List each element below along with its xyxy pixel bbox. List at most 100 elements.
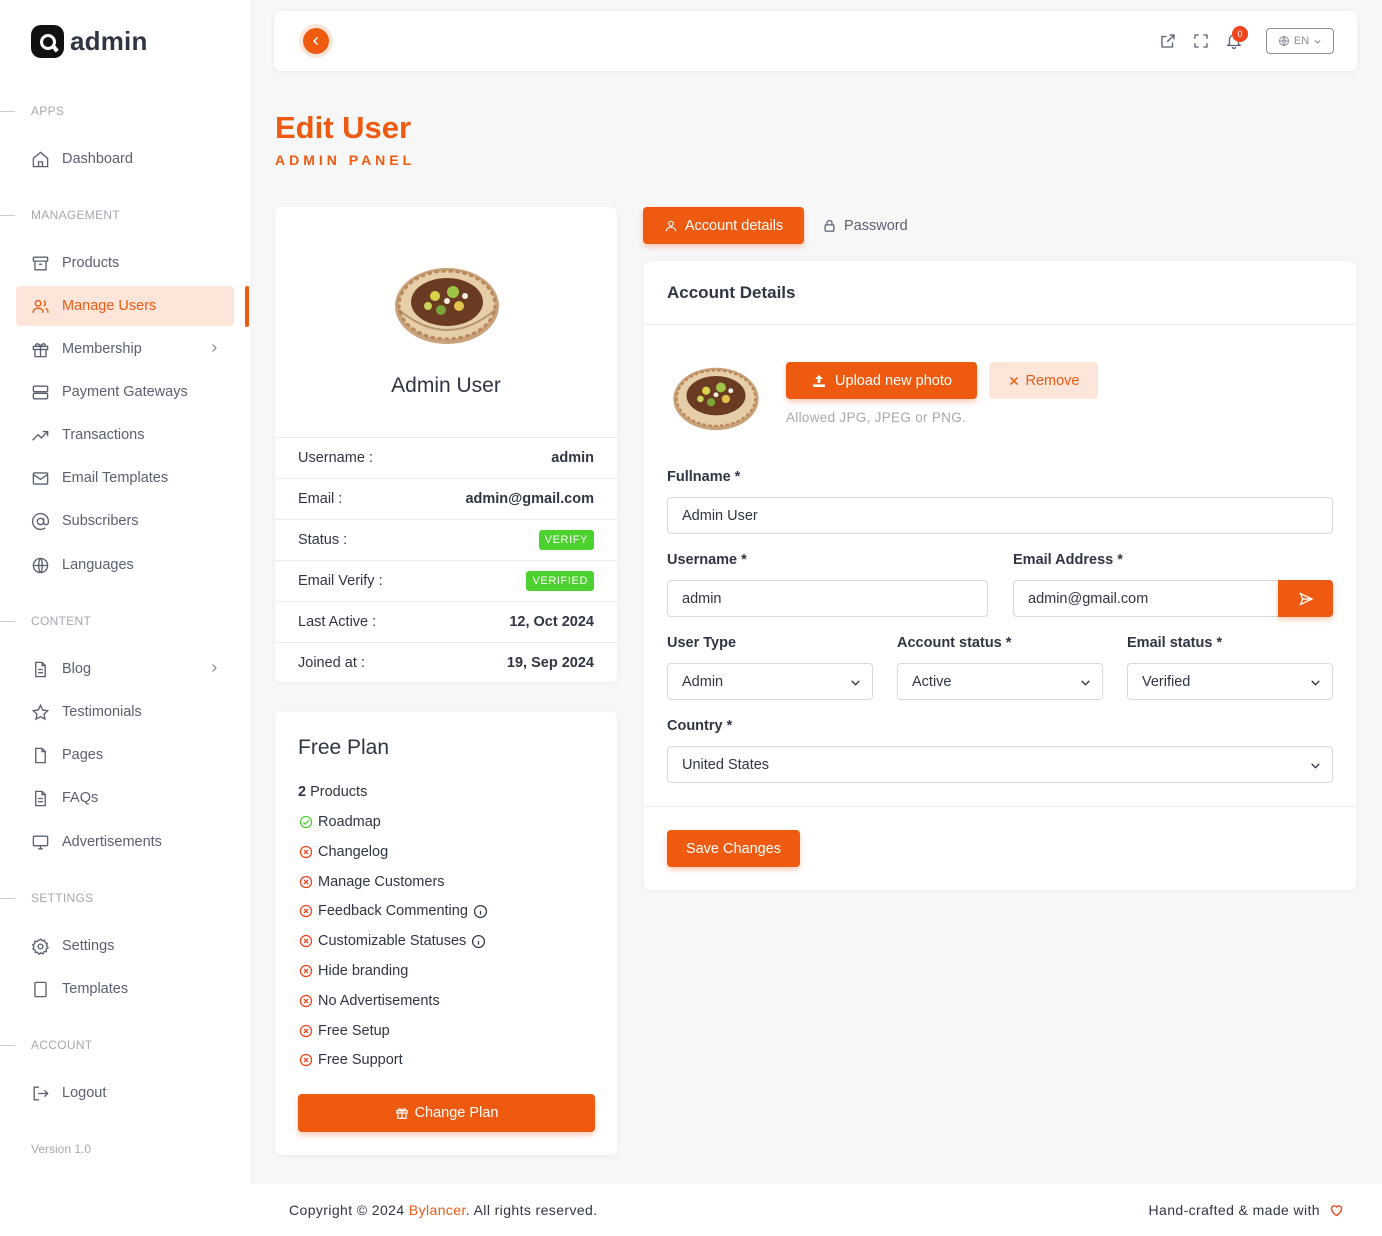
check-circle-icon [298,815,313,830]
sidebar-item-manage-users[interactable]: Manage Users [16,286,234,326]
file-text-icon [31,789,50,808]
allowed-formats-text: Allowed JPG, JPEG or PNG. [786,410,967,425]
heart-icon [1330,1204,1343,1216]
tab-account-details[interactable]: Account details [643,207,804,244]
sidebar-item-templates[interactable]: Templates [16,969,234,1009]
sidebar-item-pages[interactable]: Pages [16,735,234,775]
sidebar-item-languages[interactable]: Languages [16,545,234,585]
logo[interactable]: admin [31,25,148,58]
sidebar-item-membership[interactable]: Membership [16,329,234,369]
account-status-select[interactable]: Active [897,663,1103,700]
sidebar-item-subscribers[interactable]: Subscribers [16,501,234,541]
plan-feature: Free Support [298,1052,403,1068]
server-icon [31,383,50,402]
sidebar-item-settings[interactable]: Settings [16,926,234,966]
file-icon [31,746,50,765]
remove-photo-button[interactable]: Remove [989,362,1098,399]
account-status-value: Active [912,673,952,690]
tablet-icon [31,980,50,999]
plan-feature-label: Roadmap [318,814,381,830]
sidebar-item-advertisements[interactable]: Advertisements [16,822,234,862]
plan-feature-label: Free Support [318,1052,403,1069]
profile-name: Admin User [391,374,501,397]
language-label: EN [1293,35,1310,47]
at-sign-icon [31,512,50,531]
fullscreen-icon[interactable] [1191,31,1211,51]
info-label: Status : [298,532,348,548]
email-input[interactable]: admin@gmail.com [1013,580,1281,617]
logo-text: admin [70,26,148,56]
sidebar-item-label: Membership [62,341,142,357]
country-select[interactable]: United States [667,746,1333,783]
x-circle-icon [298,1023,313,1038]
email-status-label: Email status * [1127,635,1223,651]
username-input[interactable]: admin [667,580,988,617]
chevron-down-icon [1314,39,1321,44]
sidebar-item-label: Manage Users [62,298,157,314]
mail-icon [31,469,50,488]
email-status-value: Verified [1142,673,1191,690]
sidebar-item-label: Email Templates [62,470,169,486]
send-verification-button[interactable] [1278,580,1333,617]
save-label: Save Changes [685,840,782,857]
company-link[interactable]: Bylancer [409,1202,466,1218]
logo-icon [31,25,64,58]
x-circle-icon [298,964,313,979]
email-verify-badge: VERIFIED [526,571,594,591]
info-icon[interactable] [471,934,486,949]
sidebar-item-transactions[interactable]: Transactions [16,415,234,455]
sidebar-item-products[interactable]: Products [16,243,234,283]
remove-label: Remove [1025,372,1080,389]
plan-feature: Free Setup [298,1023,390,1039]
upload-photo-button[interactable]: Upload new photo [786,362,977,399]
sidebar-item-label: Blog [62,661,92,677]
gift-icon [395,1108,408,1119]
send-icon [1298,591,1314,606]
email-label: Email Address * [1013,552,1123,568]
language-select[interactable]: EN [1266,28,1334,54]
change-plan-button[interactable]: Change Plan [298,1094,595,1132]
info-icon[interactable] [473,904,488,919]
sidebar-item-label: Testimonials [62,704,142,720]
info-label: Email : [298,491,343,507]
external-link-icon[interactable] [1158,31,1178,51]
footer: Copyright © 2024 Bylancer. All rights re… [250,1184,1382,1236]
plan-feature: Feedback Commenting [298,903,488,919]
users-icon [31,297,50,316]
user-type-value: Admin [682,673,724,690]
chevron-down-icon [1309,759,1322,776]
sidebar-item-logout[interactable]: Logout [16,1073,234,1113]
user-type-select[interactable]: Admin [667,663,873,700]
country-value: United States [682,756,770,773]
sidebar-item-testimonials[interactable]: Testimonials [16,692,234,732]
tab-password[interactable]: Password [822,207,908,244]
sidebar-item-email-templates[interactable]: Email Templates [16,458,234,498]
account-details-title: Account Details [667,283,796,302]
sidebar-item-label: Products [62,255,120,271]
handcrafted-text: Hand-crafted & made with [1149,1202,1344,1218]
section-label-apps: APPS [0,104,65,118]
plan-feature-label: No Advertisements [318,992,440,1009]
info-row-last-active: Last Active : 12, Oct 2024 [275,601,617,642]
handcrafted-label: Hand-crafted & made with [1148,1202,1320,1218]
products-count: 2 [298,784,307,800]
x-circle-icon [298,993,313,1008]
info-value: admin [551,450,594,466]
sidebar-item-blog[interactable]: Blog [16,649,234,689]
copyright-suffix: . All rights reserved. [465,1202,598,1218]
upload-label: Upload new photo [835,372,952,389]
logout-icon [31,1084,50,1103]
page-subtitle: ADMIN PANEL [275,152,416,168]
fullname-input[interactable]: Admin User [667,497,1333,534]
save-changes-button[interactable]: Save Changes [667,830,800,867]
sidebar-item-faqs[interactable]: FAQs [16,778,234,818]
sidebar-item-payment-gateways[interactable]: Payment Gateways [16,372,234,412]
tab-label: Password [844,217,908,234]
back-button[interactable] [303,28,329,54]
topbar: 0 EN [274,11,1357,71]
plan-feature: Manage Customers [298,874,445,890]
sidebar-item-dashboard[interactable]: Dashboard [16,139,234,179]
email-status-select[interactable]: Verified [1127,663,1333,700]
section-label-account: ACCOUNT [0,1038,93,1052]
info-label: Email Verify : [298,573,383,589]
